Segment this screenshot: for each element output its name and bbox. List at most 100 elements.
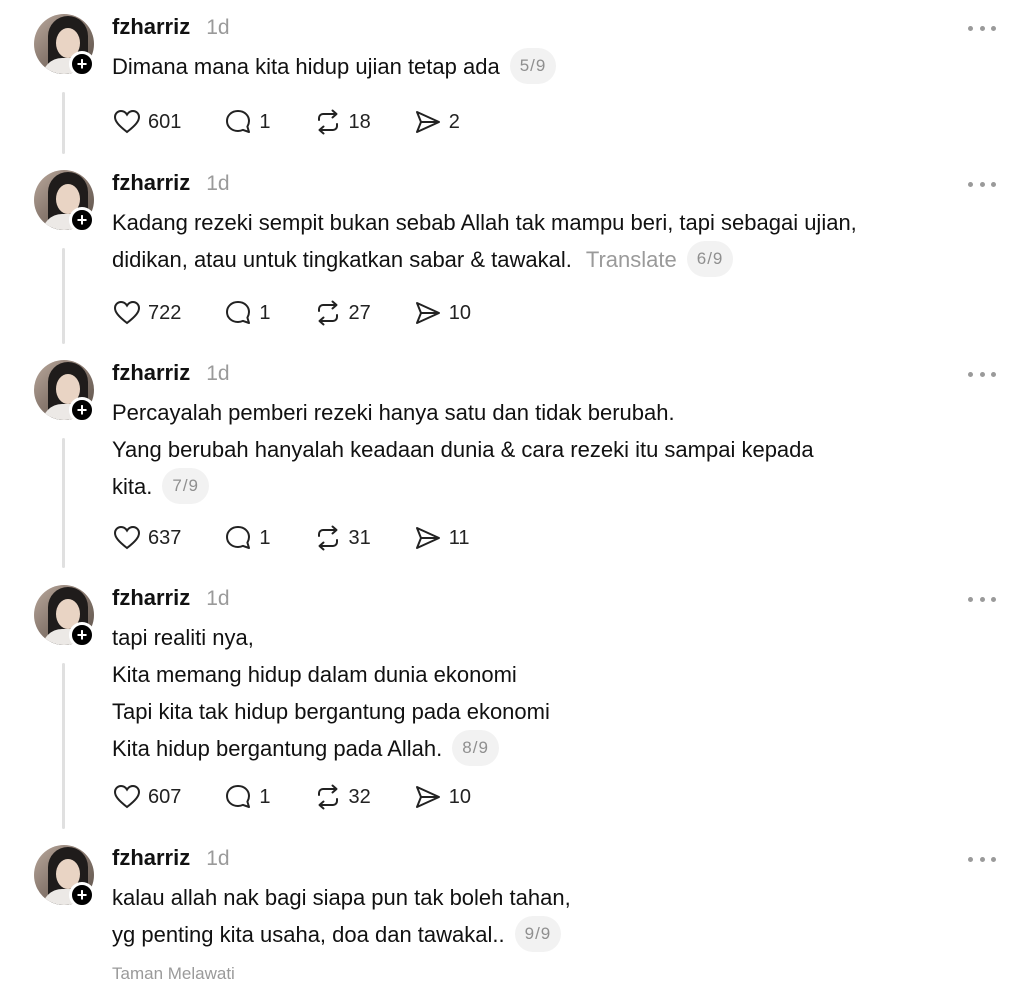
thread-page-badge: 9/9 xyxy=(514,916,562,953)
post-time: 1d xyxy=(206,172,230,195)
reply-count: 1 xyxy=(259,301,271,324)
thread-page-badge: 5/9 xyxy=(509,48,557,85)
post-actions: 722 1 27 10 xyxy=(112,298,513,328)
follow-plus-icon[interactable]: + xyxy=(69,397,95,423)
send-icon xyxy=(413,523,443,553)
like-button[interactable]: 607 xyxy=(112,782,181,812)
like-count: 601 xyxy=(148,110,182,133)
more-icon[interactable] xyxy=(968,853,996,865)
heart-icon xyxy=(112,782,142,812)
post-time: 1d xyxy=(206,362,230,385)
repost-button[interactable]: 18 xyxy=(313,107,371,137)
repost-count: 31 xyxy=(348,526,371,549)
heart-icon xyxy=(112,523,142,553)
thread-page-badge: 8/9 xyxy=(452,730,499,767)
post-text-content: Yang berubah hanyalah keadaan dunia & ca… xyxy=(112,437,814,462)
like-button[interactable]: 722 xyxy=(112,298,181,328)
post-time: 1d xyxy=(206,587,230,610)
username[interactable]: fzharriz xyxy=(112,845,190,871)
translate-link[interactable]: Translate xyxy=(586,247,677,272)
repost-button[interactable]: 27 xyxy=(313,298,371,328)
reply-count: 1 xyxy=(259,110,271,133)
repost-icon xyxy=(313,523,343,553)
post-header: fzharriz 1d xyxy=(112,845,230,873)
thread-connector-line xyxy=(62,248,65,344)
follow-plus-icon[interactable]: + xyxy=(69,51,95,77)
share-count: 2 xyxy=(448,110,460,133)
post-text-line: Kadang rezeki sempit bukan sebab Allah t… xyxy=(112,204,992,241)
share-button[interactable]: 10 xyxy=(413,782,471,812)
more-icon[interactable] xyxy=(968,22,996,34)
post-text-content: didikan, atau untuk tingkatkan sabar & t… xyxy=(112,247,572,272)
follow-plus-icon[interactable]: + xyxy=(69,622,95,648)
post-text-line: Tapi kita tak hidup bergantung pada ekon… xyxy=(112,693,992,730)
post-actions: 637 1 31 11 xyxy=(112,523,512,553)
post-text-content: Percayalah pemberi rezeki hanya satu dan… xyxy=(112,400,675,425)
post-header: fzharriz 1d xyxy=(112,14,230,42)
comment-icon xyxy=(223,523,253,553)
reply-count: 1 xyxy=(259,785,271,808)
more-icon[interactable] xyxy=(968,368,996,380)
username[interactable]: fzharriz xyxy=(112,360,190,386)
reply-button[interactable]: 1 xyxy=(223,298,271,328)
post-header: fzharriz 1d xyxy=(112,170,230,198)
post-text-line: Yang berubah hanyalah keadaan dunia & ca… xyxy=(112,431,992,468)
post-text-content: Dimana mana kita hidup ujian tetap ada xyxy=(112,54,500,79)
post-text: Percayalah pemberi rezeki hanya satu dan… xyxy=(112,394,992,506)
repost-icon xyxy=(313,107,343,137)
comment-icon xyxy=(223,782,253,812)
follow-plus-icon[interactable]: + xyxy=(69,207,95,233)
reply-button[interactable]: 1 xyxy=(223,523,271,553)
repost-icon xyxy=(313,298,343,328)
like-count: 722 xyxy=(148,301,182,324)
more-icon[interactable] xyxy=(968,178,996,190)
location-label[interactable]: Taman Melawati xyxy=(112,964,235,984)
share-button[interactable]: 11 xyxy=(413,523,470,553)
heart-icon xyxy=(112,298,142,328)
post-time: 1d xyxy=(206,847,230,870)
repost-button[interactable]: 32 xyxy=(313,782,371,812)
post-text-content: yg penting kita usaha, doa dan tawakal.. xyxy=(112,922,505,947)
post-text: Kadang rezeki sempit bukan sebab Allah t… xyxy=(112,204,992,279)
reply-button[interactable]: 1 xyxy=(223,107,271,137)
thread-page-badge: 6/9 xyxy=(686,241,734,278)
share-count: 11 xyxy=(448,526,470,549)
post-text-line: kita. 7/9 xyxy=(112,468,992,506)
post-text-content: tapi realiti nya, xyxy=(112,625,254,650)
repost-count: 27 xyxy=(348,301,371,324)
post-text: tapi realiti nya, Kita memang hidup dalam… xyxy=(112,619,992,768)
like-button[interactable]: 601 xyxy=(112,107,181,137)
heart-icon xyxy=(112,107,142,137)
username[interactable]: fzharriz xyxy=(112,14,190,40)
username[interactable]: fzharriz xyxy=(112,170,190,196)
like-count: 637 xyxy=(148,526,182,549)
post-text-content: kita. xyxy=(112,474,153,499)
post-text-line: tapi realiti nya, xyxy=(112,619,992,656)
username[interactable]: fzharriz xyxy=(112,585,190,611)
post-actions: 607 1 32 10 xyxy=(112,782,513,812)
share-button[interactable]: 10 xyxy=(413,298,471,328)
comment-icon xyxy=(223,107,253,137)
post-text-content: Tapi kita tak hidup bergantung pada ekon… xyxy=(112,699,550,724)
follow-plus-icon[interactable]: + xyxy=(69,882,95,908)
post-header: fzharriz 1d xyxy=(112,585,230,613)
repost-button[interactable]: 31 xyxy=(313,523,371,553)
like-button[interactable]: 637 xyxy=(112,523,181,553)
post-text-content: Kita hidup bergantung pada Allah. xyxy=(112,736,443,761)
post-text: Dimana mana kita hidup ujian tetap ada 5/… xyxy=(112,48,992,86)
post-text-content: kalau allah nak bagi siapa pun tak boleh… xyxy=(112,885,571,910)
post-text-line: Kita memang hidup dalam dunia ekonomi xyxy=(112,656,992,693)
post-header: fzharriz 1d xyxy=(112,360,230,388)
reply-button[interactable]: 1 xyxy=(223,782,271,812)
post-text-line: didikan, atau untuk tingkatkan sabar & t… xyxy=(112,241,992,279)
thread-page-badge: 7/9 xyxy=(162,468,209,505)
post-time: 1d xyxy=(206,16,230,39)
thread-connector-line xyxy=(62,663,65,829)
repost-icon xyxy=(313,782,343,812)
share-button[interactable]: 2 xyxy=(413,107,460,137)
reply-count: 1 xyxy=(259,526,271,549)
post-text-line: Dimana mana kita hidup ujian tetap ada 5/… xyxy=(112,48,992,86)
more-icon[interactable] xyxy=(968,593,996,605)
repost-count: 32 xyxy=(348,785,371,808)
post-text-line: kalau allah nak bagi siapa pun tak boleh… xyxy=(112,879,992,916)
